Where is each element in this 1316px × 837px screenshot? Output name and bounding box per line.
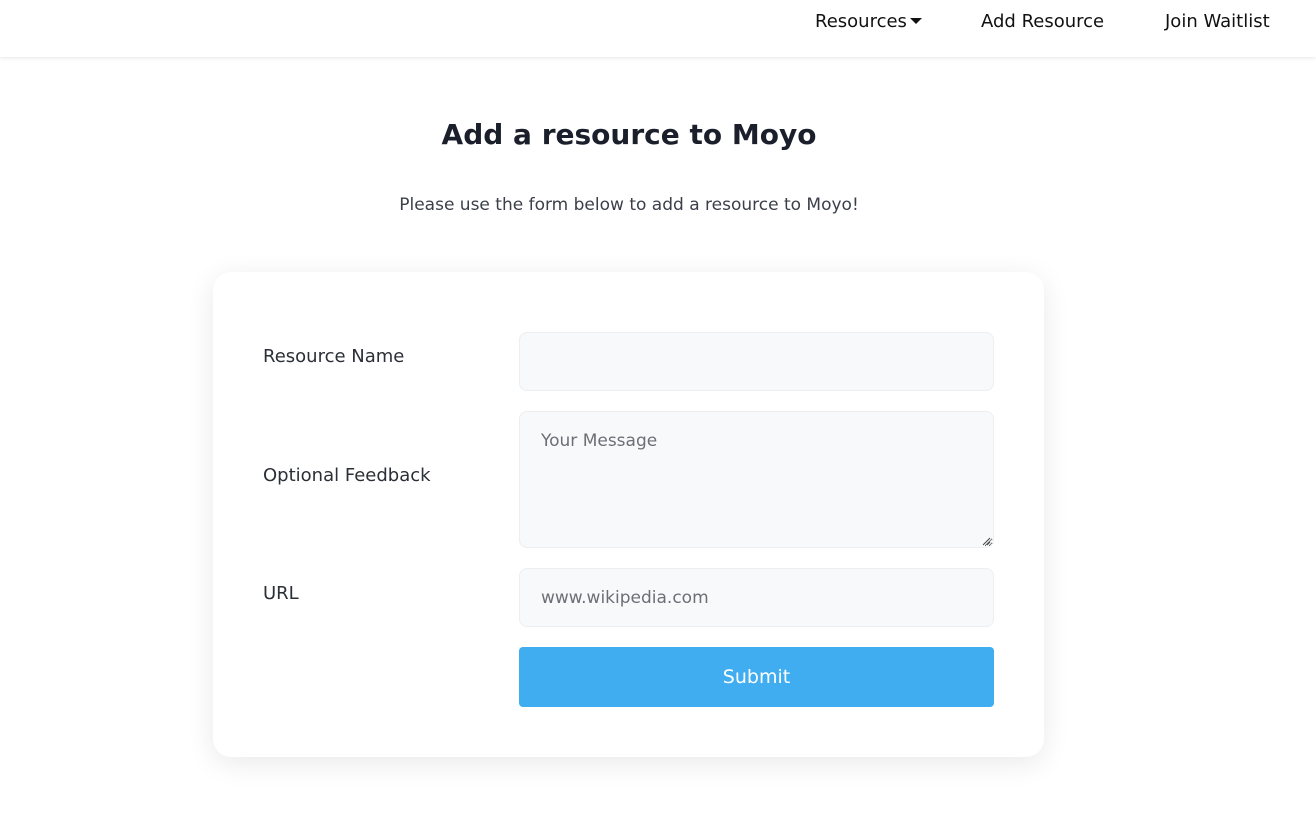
resource-name-label: Resource Name [263,346,405,367]
nav-resources-label: Resources [815,11,907,32]
resource-name-input[interactable] [519,332,994,391]
page-title: Add a resource to Moyo [441,118,817,151]
nav-resources-dropdown[interactable]: Resources [815,10,922,34]
submit-button[interactable]: Submit [519,647,994,707]
url-input[interactable] [519,568,994,627]
caret-down-icon [909,17,922,24]
top-navbar: Resources Add Resource Join Waitlist [0,0,1316,57]
page-subtitle: Please use the form below to add a resou… [399,195,859,215]
optional-feedback-label: Optional Feedback [263,465,431,486]
nav-add-resource-link[interactable]: Add Resource [981,10,1104,34]
feedback-textarea[interactable] [519,411,994,548]
url-label: URL [263,583,299,604]
nav-join-waitlist-link[interactable]: Join Waitlist [1165,10,1270,34]
